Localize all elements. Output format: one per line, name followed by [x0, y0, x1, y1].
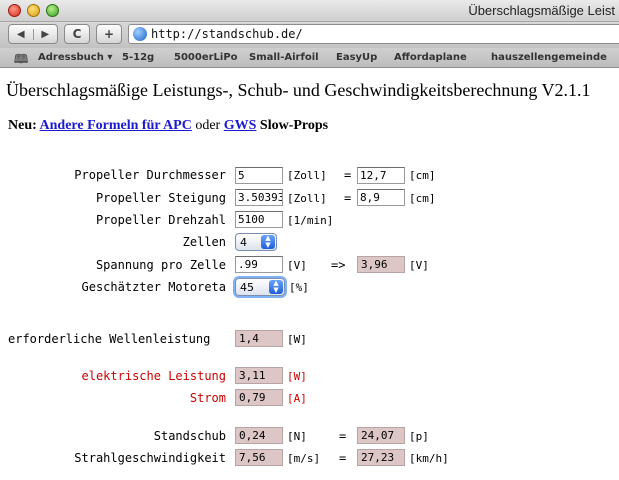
window-titlebar: Überschlagsmäßige Leist [0, 0, 619, 22]
bookmark-affordaplane[interactable]: Affordaplane [394, 52, 467, 63]
back-icon[interactable]: ◀ [9, 29, 33, 40]
standschub-p-unit: [p] [409, 430, 429, 443]
drehzahl-label: Propeller Drehzahl [95, 213, 226, 227]
motoreta-select[interactable]: 45 ▲ ▼ [235, 278, 285, 296]
bookmark-hauszellengemeinde[interactable]: hauszellengemeinde [491, 52, 607, 63]
new-formulas-line: Neu: Andere Formeln für APC oder GWS Slo… [8, 118, 328, 134]
window-title: Überschlagsmäßige Leist [468, 3, 615, 18]
spannung-unit: [V] [287, 259, 307, 272]
el-leistung-label: elektrische Leistung [81, 369, 227, 383]
standschub-unit: [N] [287, 430, 307, 443]
minimize-window-button[interactable] [27, 4, 40, 17]
durchmesser-unit: [Zoll] [287, 169, 327, 182]
zoom-window-button[interactable] [46, 4, 59, 17]
spannung-result-unit: [V] [409, 259, 429, 272]
page-title: Überschlagsmäßige Leistungs-, Schub- und… [6, 80, 591, 100]
zellen-label: Zellen [182, 235, 226, 249]
globe-icon [133, 27, 147, 41]
wellenleistung-unit: [W] [287, 333, 307, 346]
add-bookmark-button[interactable]: + [96, 24, 122, 44]
browser-toolbar: ◀ ▶ C + http://standschub.de/ [0, 22, 619, 48]
wellenleistung-label: erforderliche Wellenleistung [8, 332, 211, 346]
bookmark-small-airfoil[interactable]: Small-Airfoil [249, 52, 319, 63]
steigung-unit: [Zoll] [287, 192, 327, 205]
wellenleistung-result: 1,4 [235, 330, 283, 347]
strahl-unit: [m/s] [287, 452, 321, 465]
book-icon[interactable]: 🕮 [14, 50, 28, 67]
bookmark-5-12g[interactable]: 5-12g [122, 52, 154, 63]
spannung-arrow: => [331, 258, 346, 272]
apc-formulas-link[interactable]: Andere Formeln für APC [40, 118, 192, 133]
durchmesser-cm-unit: [cm] [409, 169, 436, 182]
durchmesser-label: Propeller Durchmesser [74, 168, 226, 182]
bookmark-5000erlipo[interactable]: 5000erLiPo [174, 52, 238, 63]
steigung-equals: = [344, 191, 352, 205]
strom-result: 0,79 [235, 389, 283, 406]
durchmesser-input[interactable]: 5 [235, 167, 283, 184]
steigung-label: Propeller Steigung [95, 191, 226, 205]
select-arrows-icon: ▲ ▼ [261, 235, 275, 249]
plus-icon: + [103, 27, 115, 41]
strahl-label: Strahlgeschwindigkeit [74, 451, 226, 465]
spannung-input[interactable]: .99 [235, 256, 283, 273]
spannung-result: 3,96 [357, 256, 405, 273]
bookmark-easyup[interactable]: EasyUp [336, 52, 377, 63]
strom-label: Strom [189, 391, 226, 405]
forward-icon[interactable]: ▶ [32, 28, 58, 40]
steigung-cm-unit: [cm] [409, 192, 436, 205]
el-leistung-result: 3,11 [235, 367, 283, 384]
standschub-result: 0,24 [235, 427, 283, 444]
gws-link[interactable]: GWS [224, 118, 257, 133]
durchmesser-cm-input[interactable]: 12,7 [357, 167, 405, 184]
motoreta-unit: [%] [289, 281, 309, 294]
bookmark-adressbuch[interactable]: Adressbuch ▾ [38, 52, 112, 63]
steigung-cm-input[interactable]: 8,9 [357, 189, 405, 206]
standschub-equals: = [339, 429, 347, 443]
zellen-select[interactable]: 4 ▲ ▼ [235, 233, 277, 251]
reload-icon: C [72, 27, 82, 41]
zellen-value: 4 [240, 236, 247, 249]
drehzahl-input[interactable]: 5100 [235, 211, 283, 228]
slow-props-text: Slow-Props [259, 118, 329, 133]
reload-button[interactable]: C [64, 24, 90, 44]
standschub-label: Standschub [153, 429, 226, 443]
close-window-button[interactable] [8, 4, 21, 17]
steigung-input[interactable]: 3.50393 [235, 189, 283, 206]
neu-label: Neu: [8, 118, 37, 133]
standschub-p-result: 24,07 [357, 427, 405, 444]
el-leistung-unit: [W] [287, 370, 307, 383]
back-forward-buttons: ◀ ▶ [8, 24, 58, 44]
bookmarks-bar: 🕮 Adressbuch ▾ 5-12g 5000erLiPo Small-Ai… [0, 48, 619, 68]
url-text[interactable]: http://standschub.de/ [151, 27, 303, 41]
oder-text: oder [195, 118, 221, 133]
strahl-equals: = [339, 451, 347, 465]
strahl-kmh-unit: [km/h] [409, 452, 449, 465]
address-bar[interactable]: http://standschub.de/ [128, 24, 619, 44]
spannung-label: Spannung pro Zelle [95, 258, 226, 272]
strom-unit: [A] [287, 392, 307, 405]
motoreta-value: 45 [240, 281, 254, 294]
drehzahl-unit: [1/min] [287, 214, 334, 227]
strahl-kmh-result: 27,23 [357, 449, 405, 466]
select-arrows-icon: ▲ ▼ [269, 280, 283, 294]
durchmesser-equals: = [344, 168, 352, 182]
motoreta-label: Geschätzter Motoreta [81, 280, 227, 294]
strahl-result: 7,56 [235, 449, 283, 466]
